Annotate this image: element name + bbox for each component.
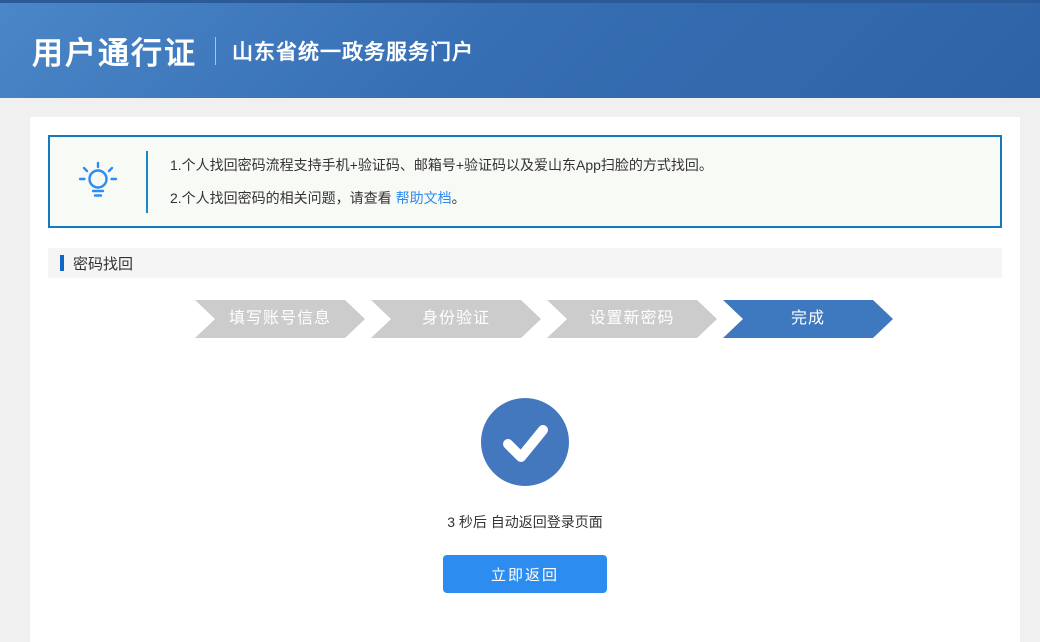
step-2: 身份验证 <box>371 300 541 338</box>
notice-text: 1.个人找回密码流程支持手机+验证码、邮箱号+验证码以及爱山东App扫脸的方式找… <box>148 149 713 215</box>
result-area: 3 秒后 自动返回登录页面 立即返回 <box>48 398 1002 593</box>
steps-bar: 填写账号信息身份验证设置新密码完成 <box>195 300 1002 338</box>
header: 用户通行证 山东省统一政务服务门户 <box>0 0 1040 98</box>
step-3: 设置新密码 <box>547 300 717 338</box>
step-1: 填写账号信息 <box>195 300 365 338</box>
section-header: 密码找回 <box>48 248 1002 278</box>
header-divider <box>215 37 216 65</box>
section-accent-bar <box>60 255 64 271</box>
app-title: 用户通行证 <box>32 28 197 73</box>
notice-line2-text: 2.个人找回密码的相关问题，请查看 <box>170 190 396 206</box>
notice-box: 1.个人找回密码流程支持手机+验证码、邮箱号+验证码以及爱山东App扫脸的方式找… <box>48 135 1002 228</box>
notice-line-1: 1.个人找回密码流程支持手机+验证码、邮箱号+验证码以及爱山东App扫脸的方式找… <box>170 149 713 182</box>
notice-line-2: 2.个人找回密码的相关问题，请查看 帮助文档。 <box>170 182 713 215</box>
return-now-button[interactable]: 立即返回 <box>443 555 607 593</box>
step-4-active: 完成 <box>723 300 893 338</box>
help-doc-link[interactable]: 帮助文档 <box>396 190 452 206</box>
lightbulb-icon <box>50 159 146 205</box>
success-check-icon <box>481 398 569 486</box>
section-title: 密码找回 <box>73 253 133 274</box>
notice-line2-suffix: 。 <box>452 190 466 206</box>
portal-subtitle: 山东省统一政务服务门户 <box>232 36 474 66</box>
auto-return-countdown: 3 秒后 自动返回登录页面 <box>48 512 1002 532</box>
main-panel: 1.个人找回密码流程支持手机+验证码、邮箱号+验证码以及爱山东App扫脸的方式找… <box>30 117 1020 642</box>
